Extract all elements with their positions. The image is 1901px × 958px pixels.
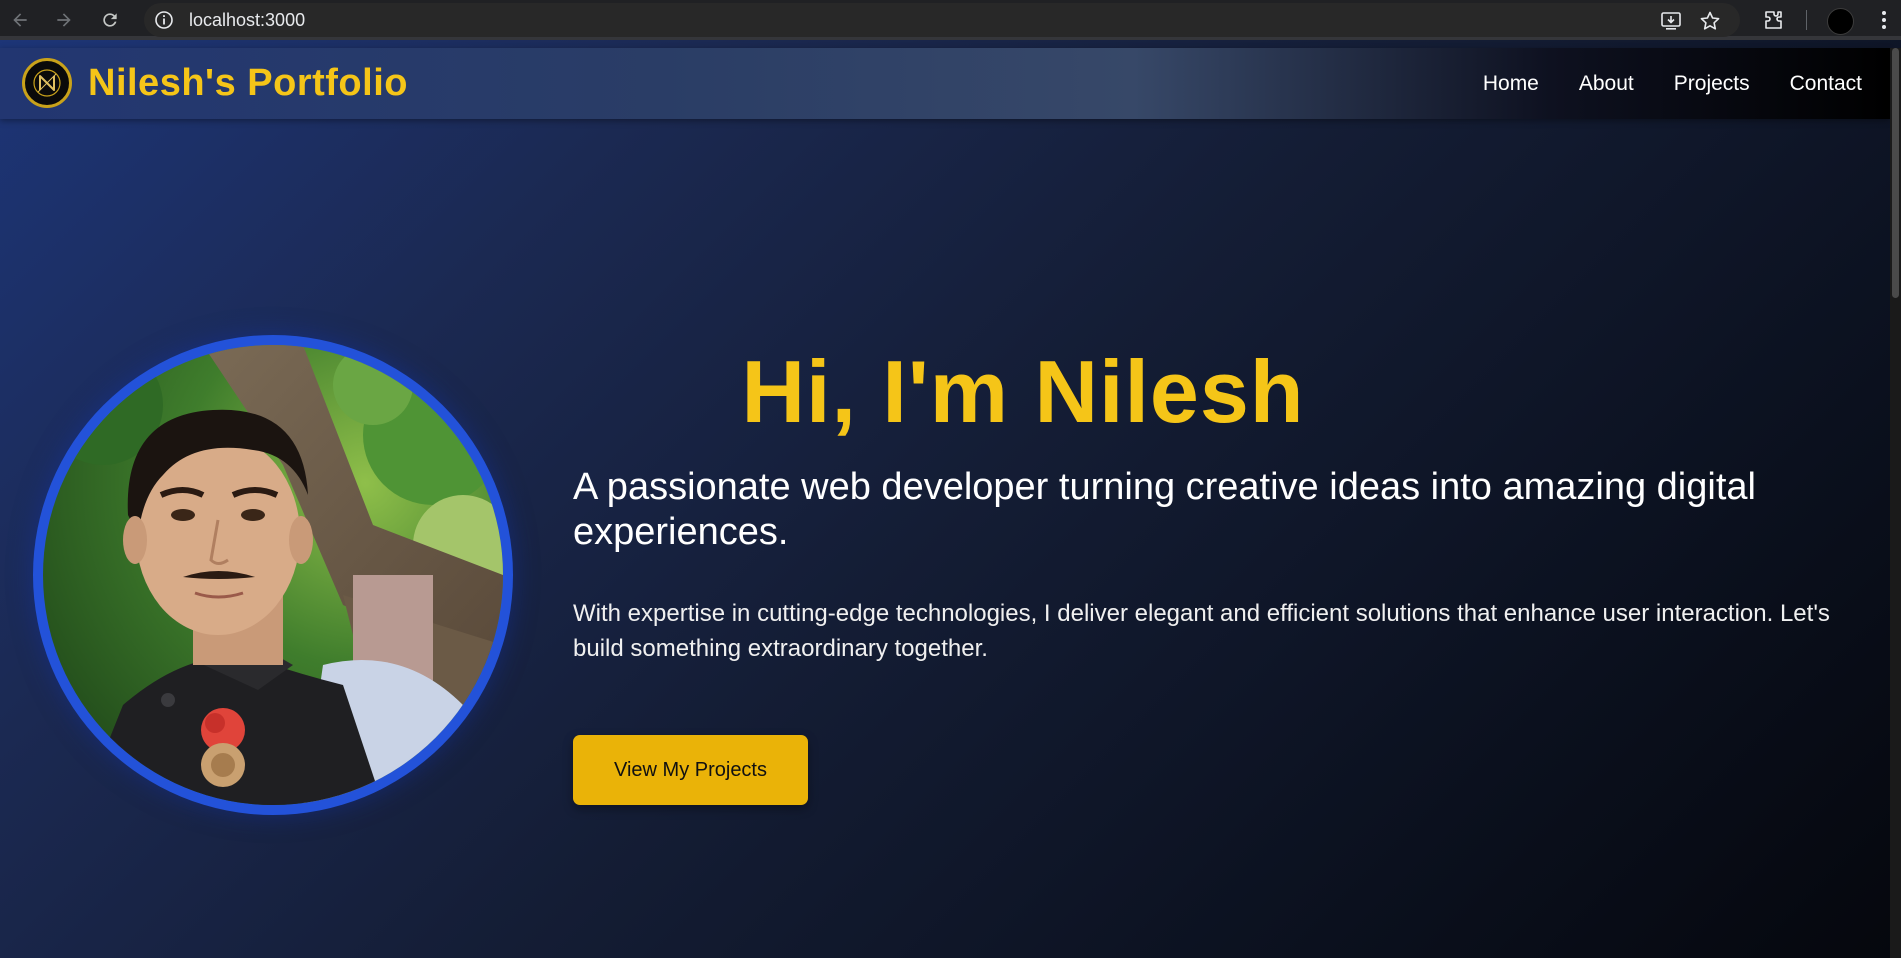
page-scrollbar[interactable]: [1890, 48, 1901, 958]
nav-about-link[interactable]: About: [1579, 72, 1634, 96]
main-nav: Home About Projects Contact: [1483, 48, 1862, 119]
view-projects-button[interactable]: View My Projects: [573, 735, 808, 805]
reload-icon[interactable]: [98, 8, 122, 32]
site-header: Nilesh's Portfolio Home About Projects C…: [0, 48, 1890, 119]
back-arrow-icon[interactable]: [8, 8, 32, 32]
profile-photo: [43, 345, 503, 805]
nav-home-link[interactable]: Home: [1483, 72, 1539, 96]
browser-toolbar: localhost:3000: [0, 0, 1901, 40]
page-viewport: Nilesh's Portfolio Home About Projects C…: [0, 40, 1901, 958]
toolbar-divider: [1806, 10, 1807, 30]
nav-projects-link[interactable]: Projects: [1674, 72, 1750, 96]
site-title[interactable]: Nilesh's Portfolio: [88, 59, 408, 107]
hero-tagline: A passionate web developer turning creat…: [573, 466, 1756, 553]
logo-icon[interactable]: [22, 58, 72, 108]
url-text[interactable]: localhost:3000: [189, 3, 305, 37]
star-icon[interactable]: [1699, 10, 1721, 32]
profile-avatar[interactable]: [1827, 8, 1854, 35]
more-menu-icon[interactable]: [1872, 8, 1896, 32]
hero-heading: Hi, I'm Nilesh: [741, 342, 1305, 441]
extensions-icon[interactable]: [1761, 8, 1785, 32]
address-bar[interactable]: localhost:3000: [144, 3, 1740, 37]
forward-arrow-icon[interactable]: [52, 8, 76, 32]
profile-photo-frame: [33, 335, 513, 815]
nav-contact-link[interactable]: Contact: [1790, 72, 1862, 96]
install-app-icon[interactable]: [1660, 10, 1682, 32]
scrollbar-thumb[interactable]: [1892, 48, 1899, 298]
site-info-icon[interactable]: [154, 10, 174, 30]
hero-description: With expertise in cutting-edge technolog…: [573, 600, 1830, 662]
